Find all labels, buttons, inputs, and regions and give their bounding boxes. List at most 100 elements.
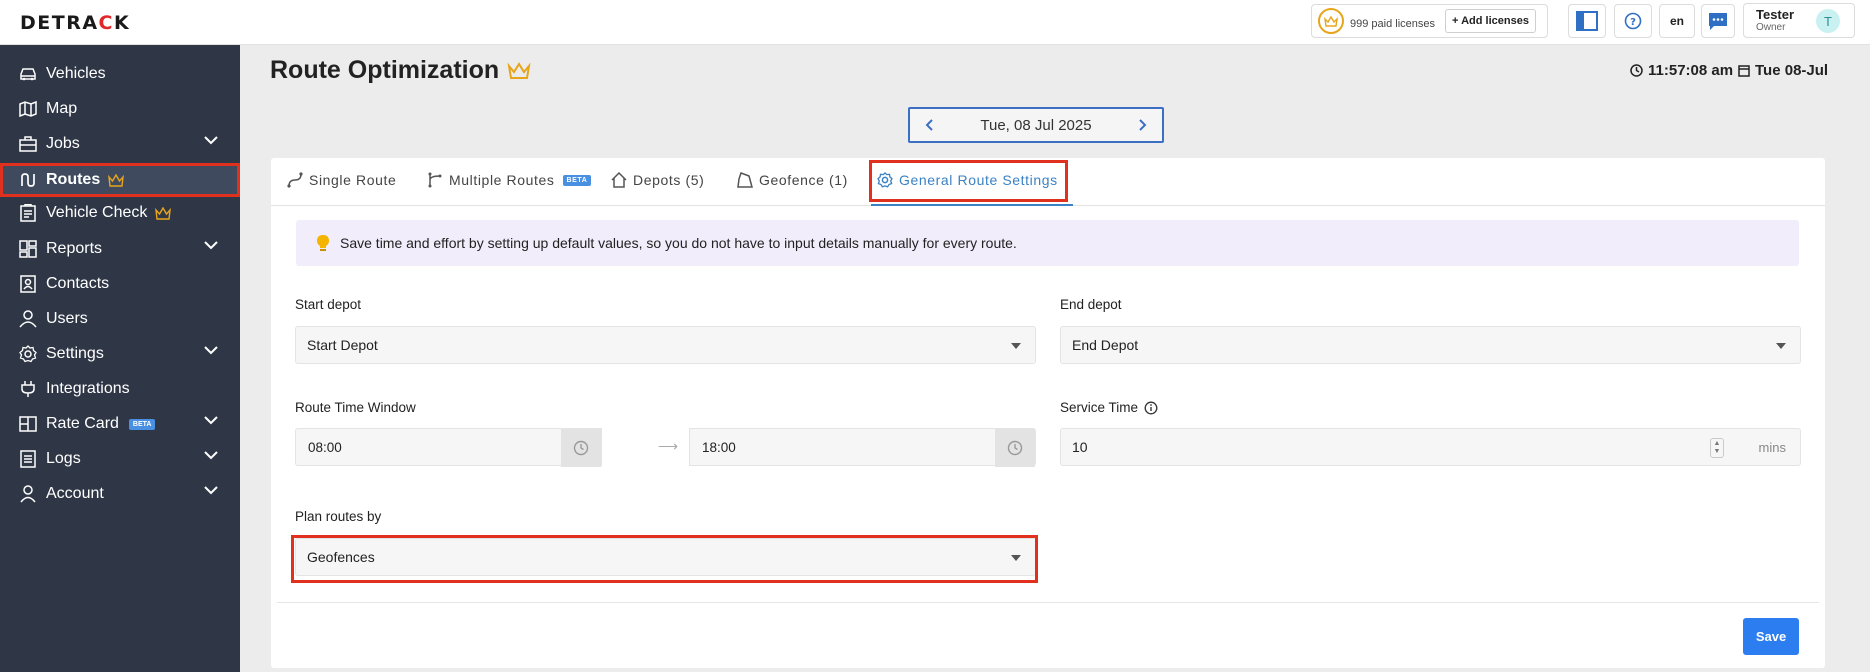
- sidebar-item-map[interactable]: Map: [0, 92, 240, 126]
- service-time-input[interactable]: 10 ▲ ▼ mins: [1060, 428, 1801, 466]
- tab-geofence[interactable]: Geofence (1): [737, 172, 848, 188]
- tab-label: Geofence (1): [759, 172, 848, 188]
- end-depot-select[interactable]: End Depot: [1060, 326, 1801, 364]
- gear-icon: [19, 345, 37, 363]
- highlight-outline: [869, 160, 1068, 202]
- stepper-icon[interactable]: ▲ ▼: [1710, 438, 1724, 458]
- sidebar-item-integrations[interactable]: Integrations: [0, 372, 240, 406]
- time-start-value: 08:00: [308, 439, 342, 455]
- app-logo[interactable]: DETRACK: [20, 12, 130, 34]
- contact-book-icon: [19, 275, 37, 293]
- time-end-input[interactable]: 18:00: [689, 428, 1036, 467]
- beta-badge: BETA: [562, 174, 592, 186]
- route-icon: [19, 171, 37, 189]
- sidebar-item-settings[interactable]: Settings: [0, 337, 240, 371]
- account-icon: [19, 485, 37, 503]
- chevron-down-icon[interactable]: [204, 416, 218, 425]
- chevron-down-icon[interactable]: [204, 451, 218, 460]
- language-button[interactable]: en: [1659, 4, 1695, 38]
- sidebar-item-label: Settings: [46, 345, 104, 362]
- rate-card-icon: [19, 415, 37, 433]
- date-text: Tue 08-Jul: [1755, 62, 1829, 79]
- sidebar-item-rate-card[interactable]: Rate Card BETA: [0, 407, 240, 441]
- chevron-down-icon[interactable]: [204, 241, 218, 250]
- car-icon: [19, 65, 37, 83]
- start-depot-select[interactable]: Start Depot: [295, 326, 1036, 364]
- sidebar-item-label: Map: [46, 100, 78, 117]
- time-start-input[interactable]: 08:00: [295, 428, 602, 467]
- beta-badge: BETA: [128, 418, 156, 430]
- tab-depots[interactable]: Depots (5): [611, 172, 704, 188]
- sidebar-item-label: Account: [46, 485, 104, 502]
- tab-label: Single Route: [309, 172, 397, 188]
- clock-icon[interactable]: [561, 429, 601, 467]
- route-icon: [287, 172, 303, 188]
- info-banner: Save time and effort by setting up defau…: [296, 220, 1799, 266]
- arrow-right-icon: ⟶: [658, 438, 679, 454]
- divider: [277, 602, 1819, 603]
- home-icon: [611, 172, 627, 188]
- caret-down-icon: [1011, 343, 1021, 349]
- sidebar-item-vehicle-check[interactable]: Vehicle Check: [0, 196, 240, 230]
- chat-button[interactable]: [1701, 4, 1735, 38]
- sidebar: Vehicles Map Jobs Routes Vehicle Check R…: [0, 45, 240, 672]
- service-time-label: Service Time: [1060, 400, 1158, 415]
- active-tab-indicator: [871, 204, 1073, 206]
- info-icon[interactable]: [1144, 401, 1158, 415]
- calendar-icon: [1738, 65, 1750, 77]
- sidebar-item-logs[interactable]: Logs: [0, 442, 240, 476]
- licenses-count: 999 paid licenses: [1350, 18, 1436, 30]
- sidebar-item-users[interactable]: Users: [0, 302, 240, 336]
- chevron-down-icon[interactable]: [204, 346, 218, 355]
- svg-text:?: ?: [1630, 17, 1636, 28]
- layout-toggle-button[interactable]: [1568, 4, 1606, 38]
- save-button[interactable]: Save: [1743, 618, 1799, 655]
- tab-label: Depots (5): [633, 172, 705, 188]
- current-time: 11:57:08 am: [1630, 62, 1733, 79]
- dashboard-icon: [19, 240, 37, 258]
- crown-icon: [108, 173, 125, 187]
- branch-icon: [428, 172, 442, 188]
- panel-icon: [1576, 11, 1598, 31]
- top-bar: DETRACK 999 paid licenses + Add licenses…: [0, 0, 1870, 45]
- service-time-label-text: Service Time: [1060, 400, 1139, 415]
- tab-multiple-routes[interactable]: Multiple Routes BETA: [427, 172, 592, 188]
- date-navigator: Tue, 08 Jul 2025: [908, 107, 1164, 143]
- chevron-left-icon[interactable]: [924, 119, 934, 131]
- crown-icon: [155, 206, 172, 220]
- chevron-down-icon[interactable]: [204, 486, 218, 495]
- license-panel: 999 paid licenses + Add licenses: [1311, 4, 1548, 38]
- sidebar-item-label: Integrations: [46, 380, 130, 397]
- help-button[interactable]: ?: [1614, 4, 1652, 38]
- page-title-text: Route Optimization: [270, 56, 500, 84]
- sidebar-item-account[interactable]: Account: [0, 477, 240, 511]
- map-icon: [19, 100, 37, 118]
- chevron-down-icon[interactable]: [204, 136, 218, 145]
- end-depot-value: End Depot: [1072, 337, 1139, 353]
- sidebar-item-label: Vehicles: [46, 65, 106, 82]
- tab-single-route[interactable]: Single Route: [287, 172, 396, 188]
- date-nav-text[interactable]: Tue, 08 Jul 2025: [980, 117, 1091, 134]
- user-menu[interactable]: Tester Owner T: [1743, 3, 1855, 38]
- lightbulb-icon: [317, 235, 329, 251]
- sidebar-item-vehicles[interactable]: Vehicles: [0, 57, 240, 91]
- highlight-outline: [291, 535, 1038, 583]
- time-end-value: 18:00: [702, 439, 736, 455]
- sidebar-item-label: Reports: [46, 240, 103, 257]
- tab-bar: Single Route Multiple Routes BETA Depots…: [271, 158, 1825, 206]
- clock-icon: [1630, 64, 1643, 77]
- chat-icon: [1709, 13, 1727, 30]
- start-depot-value: Start Depot: [307, 337, 378, 353]
- sidebar-item-label: Vehicle Check: [46, 204, 148, 221]
- add-licenses-button[interactable]: + Add licenses: [1445, 9, 1536, 33]
- current-date: Tue 08-Jul: [1738, 62, 1828, 79]
- sidebar-item-contacts[interactable]: Contacts: [0, 267, 240, 301]
- chevron-right-icon[interactable]: [1138, 119, 1148, 131]
- tab-label: Multiple Routes: [449, 172, 555, 188]
- user-icon: [19, 310, 37, 328]
- clock-icon[interactable]: [995, 429, 1035, 467]
- sidebar-item-reports[interactable]: Reports: [0, 232, 240, 266]
- sidebar-item-jobs[interactable]: Jobs: [0, 127, 240, 161]
- crown-icon: [1318, 8, 1344, 34]
- sidebar-item-routes[interactable]: Routes: [0, 163, 240, 197]
